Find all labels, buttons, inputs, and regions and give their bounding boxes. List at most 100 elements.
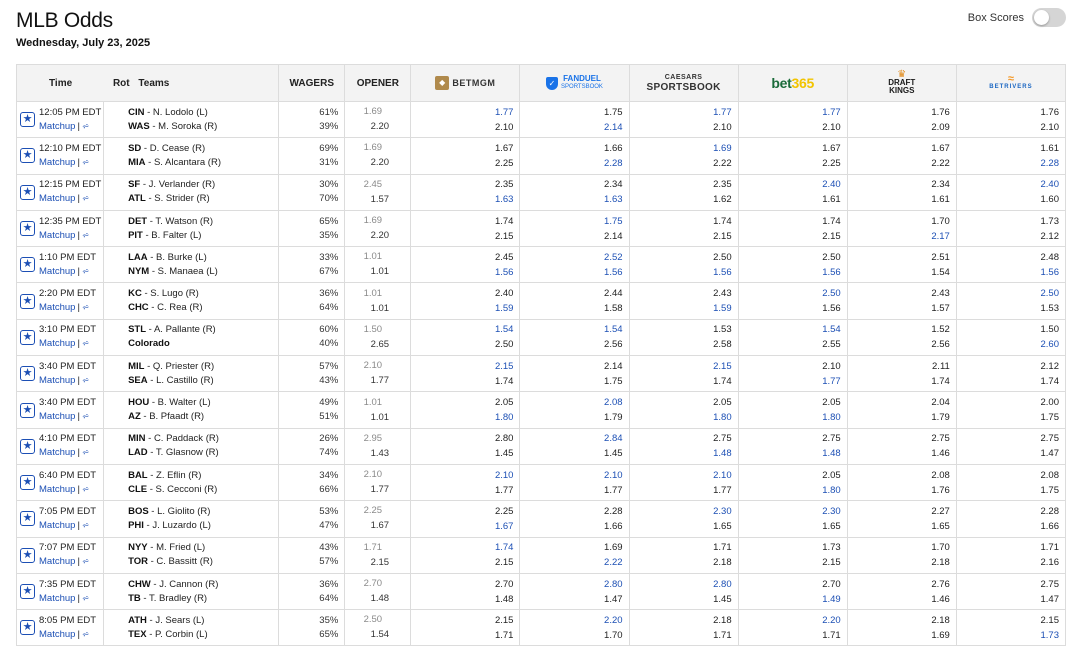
- home-team[interactable]: CHC - C. Rea (R): [128, 301, 278, 315]
- away-team[interactable]: HOU - B. Walter (L): [128, 396, 278, 410]
- home-odds[interactable]: 1.75: [957, 410, 1060, 425]
- home-odds[interactable]: 1.47: [957, 592, 1060, 607]
- favorite-star-icon[interactable]: ★: [20, 293, 35, 309]
- home-odds[interactable]: 1.71: [411, 628, 514, 643]
- home-odds[interactable]: 2.58: [630, 337, 732, 352]
- home-team[interactable]: PHI - J. Luzardo (L): [128, 519, 278, 533]
- home-odds[interactable]: 1.74: [411, 374, 514, 389]
- away-odds[interactable]: 1.74: [411, 540, 514, 555]
- table-row[interactable]: ★ 7:07 PM EDT Matchup | ⩫ NYY - M. Fried (…: [15, 536, 1067, 574]
- line-movement-icon[interactable]: ⩫: [82, 629, 90, 639]
- home-odds[interactable]: 2.17: [848, 229, 950, 244]
- home-odds[interactable]: 2.25: [411, 156, 514, 171]
- away-odds[interactable]: 2.15: [630, 359, 732, 374]
- line-movement-icon[interactable]: ⩫: [82, 193, 90, 203]
- matchup-link[interactable]: Matchup: [39, 266, 75, 277]
- home-team[interactable]: ATL - S. Strider (R): [128, 192, 278, 206]
- away-odds[interactable]: 2.15: [957, 613, 1060, 628]
- matchup-link[interactable]: Matchup: [39, 520, 75, 531]
- home-team[interactable]: TOR - C. Bassitt (R): [128, 555, 278, 569]
- line-movement-icon[interactable]: ⩫: [82, 520, 90, 530]
- home-odds[interactable]: 2.15: [739, 555, 841, 570]
- home-odds[interactable]: 1.61: [739, 192, 841, 207]
- table-row[interactable]: ★ 12:35 PM EDT Matchup | ⩫ DET - T. Watson…: [15, 209, 1067, 248]
- away-odds[interactable]: 2.51: [848, 250, 950, 265]
- home-odds[interactable]: 1.57: [848, 301, 950, 316]
- matchup-link[interactable]: Matchup: [39, 193, 75, 204]
- away-odds[interactable]: 2.75: [630, 431, 732, 446]
- matchup-link[interactable]: Matchup: [39, 556, 75, 567]
- away-odds[interactable]: 1.75: [520, 214, 623, 229]
- home-team[interactable]: AZ - B. Pfaadt (R): [128, 410, 278, 424]
- home-team[interactable]: LAD - T. Glasnow (R): [128, 446, 278, 460]
- table-row[interactable]: ★ 7:35 PM EDT Matchup | ⩫ CHW - J. Cannon …: [15, 572, 1067, 611]
- home-odds[interactable]: 1.73: [957, 628, 1060, 643]
- away-odds[interactable]: 2.12: [957, 359, 1060, 374]
- line-movement-icon[interactable]: ⩫: [82, 411, 90, 421]
- home-odds[interactable]: 1.71: [630, 628, 732, 643]
- line-movement-icon[interactable]: ⩫: [82, 375, 90, 385]
- away-odds[interactable]: 2.70: [739, 577, 841, 592]
- matchup-link[interactable]: Matchup: [39, 230, 75, 241]
- home-odds[interactable]: 1.53: [957, 301, 1060, 316]
- away-team[interactable]: KC - S. Lugo (R): [128, 287, 278, 301]
- home-odds[interactable]: 1.56: [739, 265, 841, 280]
- home-odds[interactable]: 1.48: [411, 592, 514, 607]
- line-movement-icon[interactable]: ⩫: [82, 121, 90, 131]
- table-row[interactable]: ★ 4:10 PM EDT Matchup | ⩫ MIN - C. Paddack…: [15, 427, 1067, 465]
- away-odds[interactable]: 2.00: [957, 395, 1060, 410]
- home-odds[interactable]: 1.54: [848, 265, 950, 280]
- home-odds[interactable]: 1.77: [630, 483, 732, 498]
- home-odds[interactable]: 2.10: [411, 120, 514, 135]
- home-odds[interactable]: 1.65: [848, 519, 950, 534]
- home-odds[interactable]: 1.56: [739, 301, 841, 316]
- home-odds[interactable]: 1.80: [739, 410, 841, 425]
- book-header-bet365[interactable]: bet365: [737, 64, 848, 102]
- home-odds[interactable]: 1.60: [957, 192, 1060, 207]
- home-odds[interactable]: 2.15: [739, 229, 841, 244]
- favorite-star-icon[interactable]: ★: [20, 148, 35, 164]
- home-odds[interactable]: 1.75: [957, 483, 1060, 498]
- home-odds[interactable]: 2.16: [957, 555, 1060, 570]
- away-odds[interactable]: 2.80: [411, 431, 514, 446]
- home-odds[interactable]: 1.77: [520, 483, 623, 498]
- home-odds[interactable]: 1.56: [520, 265, 623, 280]
- home-team[interactable]: MIA - S. Alcantara (R): [128, 156, 278, 170]
- favorite-star-icon[interactable]: ★: [20, 584, 35, 599]
- away-odds[interactable]: 1.73: [739, 540, 841, 555]
- table-row[interactable]: ★ 12:15 PM EDT Matchup | ⩫ SF - J. Verland…: [15, 173, 1067, 211]
- matchup-link[interactable]: Matchup: [39, 411, 75, 422]
- away-team[interactable]: BOS - L. Giolito (R): [128, 505, 278, 519]
- away-odds[interactable]: 2.75: [957, 431, 1060, 446]
- away-odds[interactable]: 2.04: [848, 395, 950, 410]
- favorite-star-icon[interactable]: ★: [20, 257, 35, 273]
- home-odds[interactable]: 2.18: [848, 555, 950, 570]
- away-odds[interactable]: 2.52: [520, 250, 623, 265]
- home-odds[interactable]: 1.79: [848, 410, 950, 425]
- line-movement-icon[interactable]: ⩫: [82, 230, 90, 240]
- away-odds[interactable]: 1.71: [630, 540, 732, 555]
- home-odds[interactable]: 1.77: [411, 483, 514, 498]
- home-odds[interactable]: 1.59: [411, 301, 514, 316]
- line-movement-icon[interactable]: ⩫: [82, 556, 90, 566]
- home-odds[interactable]: 2.15: [411, 555, 514, 570]
- home-odds[interactable]: 1.80: [630, 410, 732, 425]
- away-odds[interactable]: 2.50: [957, 286, 1060, 301]
- away-odds[interactable]: 1.54: [739, 322, 841, 337]
- home-odds[interactable]: 1.70: [520, 628, 623, 643]
- away-odds[interactable]: 2.05: [411, 395, 514, 410]
- table-row[interactable]: ★ 3:40 PM EDT Matchup | ⩫ MIL - Q. Prieste…: [15, 355, 1067, 393]
- away-odds[interactable]: 2.10: [411, 468, 514, 483]
- away-odds[interactable]: 2.28: [957, 504, 1060, 519]
- home-odds[interactable]: 1.63: [411, 192, 514, 207]
- away-odds[interactable]: 1.77: [411, 105, 514, 120]
- away-team[interactable]: BAL - Z. Eflin (R): [128, 469, 278, 483]
- home-odds[interactable]: 1.74: [630, 374, 732, 389]
- table-row[interactable]: ★ 8:05 PM EDT Matchup | ⩫ ATH - J. Sears (…: [15, 609, 1067, 647]
- away-odds[interactable]: 1.67: [848, 141, 950, 156]
- home-odds[interactable]: 1.75: [520, 374, 623, 389]
- book-header-draftkings[interactable]: ♛ DRAFT KINGS: [846, 64, 957, 102]
- away-odds[interactable]: 2.35: [411, 177, 514, 192]
- favorite-star-icon[interactable]: ★: [20, 511, 35, 527]
- home-odds[interactable]: 2.12: [957, 229, 1060, 244]
